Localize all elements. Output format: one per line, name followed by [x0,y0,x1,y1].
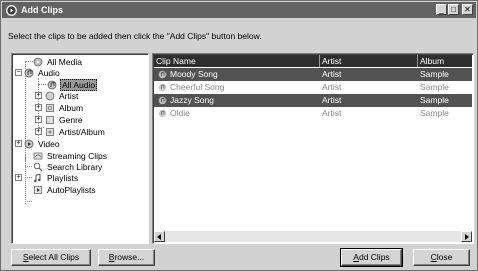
clips-list[interactable]: Clip Name Artist Album Moody Song Artist… [152,53,474,244]
clip-name: Moody Song [170,69,218,79]
tree-item-label: Album [59,102,84,113]
clip-audio-icon [158,109,167,118]
expand-genre-toggle[interactable]: + [35,116,42,123]
clip-row[interactable]: Moody Song Artist Sample [154,68,472,81]
tree-item-label: Playlists [47,172,79,183]
tree-item-label: All Audio [60,78,98,91]
tree-item-streaming-clips[interactable]: Streaming Clips [33,150,108,161]
add-clips-dialog: Add Clips _ □ ✕ Select the clips to be a… [0,0,478,271]
search-icon [33,162,43,171]
minimize-button[interactable]: _ [436,4,447,15]
clip-row[interactable]: Jazzy Song Artist Sample [154,94,472,107]
audio-icon [47,80,57,89]
clip-album: Sample [420,82,449,92]
album-icon [46,103,54,112]
maximize-button[interactable]: □ [448,4,459,15]
clip-audio-icon [158,70,167,79]
clip-artist: Artist [322,69,342,79]
expand-album-toggle[interactable]: + [35,104,42,111]
clip-artist: Artist [322,82,342,92]
tree-item-all-audio[interactable]: All Audio [47,78,98,91]
tree-item-autoplaylists[interactable]: AutoPlaylists [33,184,97,195]
expand-artist-album-toggle[interactable]: + [35,128,42,135]
clip-artist: Artist [322,95,342,105]
title-bar[interactable]: Add Clips _ □ ✕ [2,2,476,18]
expand-artist-toggle[interactable]: + [35,92,42,99]
clip-row[interactable]: Cheerful Song Artist Sample [154,81,472,94]
instruction-text: Select the clips to be added then click … [8,31,262,41]
video-icon [24,139,34,148]
tree-item-playlists[interactable]: Playlists [33,172,79,183]
column-header-artist[interactable]: Artist [320,55,418,67]
expand-video-toggle[interactable]: + [15,140,22,147]
close-button[interactable]: Close [413,249,470,266]
library-tree[interactable]: All Media − Audio All Audio + Artist + A… [11,53,149,244]
clip-name: Oldie [170,108,190,118]
tree-item-search-library[interactable]: Search Library [33,161,103,172]
tree-item-label: All Media [47,56,82,67]
tree-item-label: Audio [38,67,60,78]
close-window-button[interactable]: ✕ [462,4,473,15]
column-header-clip-name[interactable]: Clip Name [154,55,320,67]
playlists-icon [34,173,41,182]
clip-album: Sample [420,108,449,118]
clip-audio-icon [158,96,167,105]
close-icon: ✕ [464,4,471,14]
tree-item-label: Search Library [47,161,103,172]
clip-album: Sample [420,69,449,79]
clip-album: Sample [420,95,449,105]
clip-name: Cheerful Song [170,82,225,92]
column-header-album[interactable]: Album [418,55,473,67]
arrow-left-icon [157,233,161,240]
expand-playlists-toggle[interactable]: + [15,174,22,181]
artist-album-icon [46,127,54,136]
minimize-icon: _ [439,4,444,14]
tree-item-label: Genre [59,114,83,125]
clip-name: Jazzy Song [170,95,214,105]
arrow-right-icon [465,233,469,240]
tree-item-label: Artist [59,90,79,101]
tree-item-video[interactable]: Video [24,138,61,149]
tree-item-audio[interactable]: Audio [24,67,61,78]
tree-item-album[interactable]: Album [45,102,84,113]
browse-button[interactable]: Browse... [98,249,155,266]
scroll-right-button[interactable] [461,231,472,242]
tree-item-all-media[interactable]: All Media [33,56,83,67]
scroll-left-button[interactable] [154,231,165,242]
tree-item-label: AutoPlaylists [47,184,96,195]
clip-audio-icon [158,83,167,92]
tree-item-label: Artist/Album [59,126,105,137]
list-header: Clip Name Artist Album [154,55,472,67]
select-all-clips-button[interactable]: Select All Clips [11,249,91,266]
maximize-icon: □ [451,4,456,14]
add-clips-button[interactable]: Add Clips [340,248,403,267]
horizontal-scrollbar[interactable] [154,231,472,242]
clip-artist: Artist [322,108,342,118]
clip-row[interactable]: Oldie Artist Sample [154,107,472,120]
genre-icon [46,115,54,124]
autoplaylists-icon [34,185,42,194]
app-icon [6,4,17,16]
collapse-audio-toggle[interactable]: − [15,69,22,76]
tree-item-label: Video [38,138,60,149]
audio-icon [24,68,34,77]
streaming-icon [33,152,43,159]
window-title: Add Clips [21,5,63,15]
tree-item-label: Streaming Clips [47,150,107,161]
tree-item-genre[interactable]: Genre [45,114,84,125]
tree-item-artist[interactable]: Artist [45,90,79,101]
tree-item-artist-album[interactable]: Artist/Album [45,126,106,137]
media-icon [33,57,43,66]
artist-icon [45,91,55,100]
